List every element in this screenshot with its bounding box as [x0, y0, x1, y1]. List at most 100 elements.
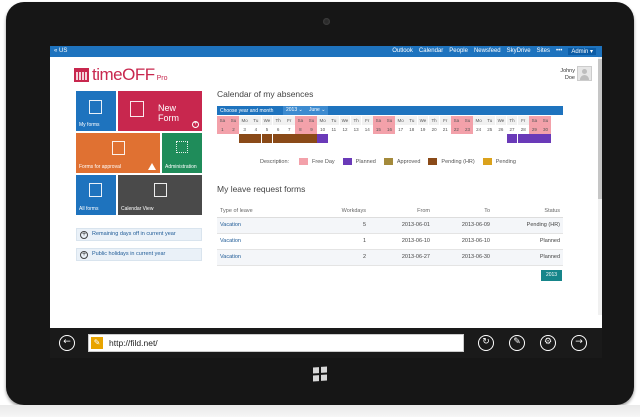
page-scrollbar[interactable] [598, 57, 602, 315]
status-cell[interactable] [261, 134, 273, 143]
date-cell[interactable]: 21 [439, 125, 451, 134]
tile-my-forms[interactable]: My forms [76, 91, 116, 131]
status-cell[interactable] [317, 134, 329, 143]
status-cell[interactable] [439, 134, 451, 143]
status-cell[interactable] [384, 134, 395, 143]
date-cell[interactable]: 5 [261, 125, 273, 134]
date-cell[interactable]: 17 [395, 125, 407, 134]
leave-type-link[interactable]: Vacation [217, 249, 297, 266]
avatar[interactable] [577, 66, 592, 81]
table-row[interactable]: Vacation 1 2013-06-10 2013-06-10 Planned [217, 233, 563, 250]
status-cell[interactable] [450, 134, 462, 143]
status-cell[interactable] [283, 134, 295, 143]
suite-link-skydrive[interactable]: SkyDrive [507, 48, 531, 55]
pin-button[interactable]: ✎ [509, 335, 525, 351]
refresh-button[interactable]: ↻ [478, 335, 494, 351]
date-cell[interactable]: 9 [306, 125, 317, 134]
date-cell[interactable]: 12 [339, 125, 351, 134]
date-cell[interactable]: 15 [372, 125, 384, 134]
date-cell[interactable]: 14 [361, 125, 373, 134]
status-cell[interactable] [361, 134, 373, 143]
status-cell[interactable] [294, 134, 306, 143]
status-cell[interactable] [350, 134, 362, 143]
status-cell[interactable] [395, 134, 407, 143]
suite-link-calendar[interactable]: Calendar [419, 48, 443, 55]
tile-calendar-view[interactable]: Calendar View [118, 175, 202, 215]
app-logo[interactable]: timeOFF Pro [74, 66, 168, 83]
url-text[interactable]: http://fild.net/ [109, 338, 158, 348]
tools-button[interactable]: ⚙ [540, 335, 556, 351]
status-cell[interactable] [239, 134, 251, 143]
column-header[interactable]: Workdays [297, 206, 369, 218]
date-cell[interactable]: 8 [294, 125, 306, 134]
date-cell[interactable]: 26 [495, 125, 507, 134]
status-cell[interactable] [250, 134, 262, 143]
status-cell[interactable] [406, 134, 418, 143]
status-cell[interactable] [428, 134, 440, 143]
status-cell[interactable] [506, 134, 518, 143]
date-cell[interactable]: 6 [272, 125, 284, 134]
date-cell[interactable]: 23 [462, 125, 473, 134]
site-link[interactable]: « US [54, 48, 67, 54]
year-button[interactable]: 2013 [541, 270, 562, 281]
column-header[interactable]: From [369, 206, 433, 218]
date-cell[interactable]: 29 [528, 125, 540, 134]
suite-link-newsfeed[interactable]: Newsfeed [474, 48, 501, 55]
scrollbar-thumb[interactable] [598, 59, 602, 199]
date-cell[interactable]: 18 [406, 125, 418, 134]
status-cell[interactable] [495, 134, 507, 143]
status-cell[interactable] [417, 134, 429, 143]
user-name[interactable]: Johny Doe [560, 68, 575, 82]
status-cell[interactable] [306, 134, 317, 143]
year-select[interactable]: 2013 ⌄ [283, 106, 306, 115]
status-cell[interactable] [462, 134, 473, 143]
status-cell[interactable] [528, 134, 540, 143]
address-bar[interactable]: ✎ http://fild.net/ [88, 334, 464, 352]
status-cell[interactable] [339, 134, 351, 143]
suite-link-sites[interactable]: Sites [537, 48, 550, 55]
date-cell[interactable]: 13 [350, 125, 362, 134]
date-cell[interactable]: 4 [250, 125, 262, 134]
status-cell[interactable] [540, 134, 551, 143]
date-cell[interactable]: 11 [328, 125, 340, 134]
forward-button[interactable]: → [571, 335, 587, 351]
date-cell[interactable]: 7 [283, 125, 295, 134]
status-cell[interactable] [228, 134, 239, 143]
tile-forms-for-approval[interactable]: Forms for approval [76, 133, 160, 173]
tile-all-forms[interactable]: All forms [76, 175, 116, 215]
status-cell[interactable] [328, 134, 340, 143]
suite-link-outlook[interactable]: Outlook [392, 48, 413, 55]
date-cell[interactable]: 2 [228, 125, 239, 134]
month-select[interactable]: June ⌄ [306, 106, 329, 115]
windows-logo-icon[interactable] [313, 366, 327, 382]
table-row[interactable]: Vacation 2 2013-06-27 2013-06-30 Planned [217, 249, 563, 266]
date-cell[interactable]: 28 [517, 125, 529, 134]
remaining-days-link[interactable]: + Remaining days off in current year [76, 228, 202, 241]
status-cell[interactable] [517, 134, 529, 143]
column-header[interactable]: Type of leave [217, 206, 297, 218]
date-cell[interactable]: 27 [506, 125, 518, 134]
column-header[interactable]: To [433, 206, 493, 218]
status-cell[interactable] [473, 134, 485, 143]
date-cell[interactable]: 19 [417, 125, 429, 134]
date-cell[interactable]: 22 [450, 125, 462, 134]
leave-type-link[interactable]: Vacation [217, 233, 297, 250]
date-cell[interactable]: 3 [239, 125, 251, 134]
date-cell[interactable]: 10 [317, 125, 329, 134]
date-cell[interactable]: 24 [473, 125, 485, 134]
tile-new-form[interactable]: New Form + [118, 91, 202, 131]
status-cell[interactable] [484, 134, 496, 143]
back-button[interactable]: ← [59, 335, 75, 351]
date-cell[interactable]: 20 [428, 125, 440, 134]
date-cell[interactable]: 25 [484, 125, 496, 134]
date-cell[interactable]: 30 [540, 125, 551, 134]
admin-menu[interactable]: Admin ▾ [568, 48, 596, 55]
public-holidays-link[interactable]: + Public holidays in current year [76, 248, 202, 261]
leave-type-link[interactable]: Vacation [217, 217, 297, 234]
date-cell[interactable]: 16 [384, 125, 395, 134]
table-row[interactable]: Vacation 5 2013-06-01 2013-06-09 Pending… [217, 217, 563, 234]
status-cell[interactable] [272, 134, 284, 143]
tile-administration[interactable]: Administration [162, 133, 202, 173]
status-cell[interactable] [217, 134, 228, 143]
suite-more[interactable]: ••• [556, 48, 562, 55]
